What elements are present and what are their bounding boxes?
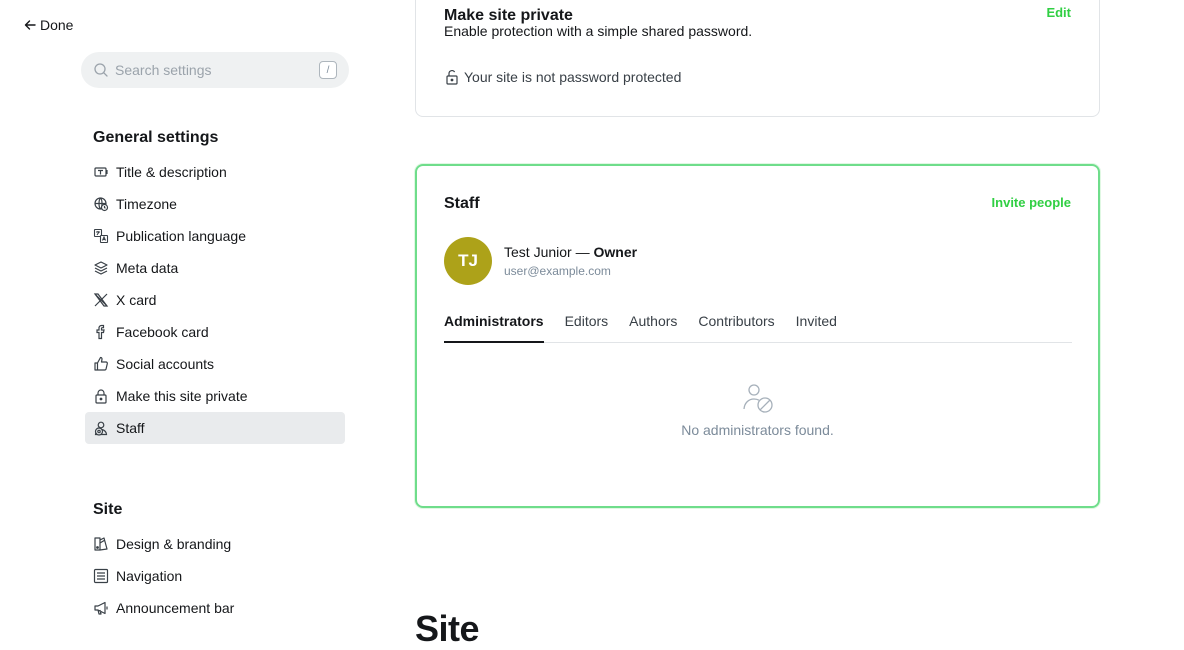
owner-separator: —: [571, 244, 594, 260]
sidebar-item-label: Publication language: [116, 228, 246, 244]
tab-authors[interactable]: Authors: [629, 313, 677, 343]
sidebar-item-label: Announcement bar: [116, 600, 235, 616]
tab-invited[interactable]: Invited: [796, 313, 837, 343]
tab-administrators[interactable]: Administrators: [444, 313, 544, 343]
sidebar-item-label: Timezone: [116, 196, 177, 212]
sidebar-item-design-branding[interactable]: Design & branding: [85, 528, 345, 560]
staff-icon: [93, 420, 109, 436]
search-icon: [94, 63, 108, 77]
tab-contributors[interactable]: Contributors: [698, 313, 774, 343]
general-settings-nav: Title & description Timezone Publication…: [85, 156, 345, 444]
owner-name: Test Junior: [504, 244, 572, 260]
layers-icon: [93, 260, 109, 276]
arrow-left-icon: [24, 20, 36, 30]
staff-tabs: Administrators Editors Authors Contribut…: [444, 313, 1072, 343]
general-settings-title: General settings: [93, 129, 219, 146]
empty-state: No administrators found.: [417, 381, 1098, 438]
sidebar-item-x-card[interactable]: X card: [85, 284, 345, 316]
private-site-description: Enable protection with a simple shared p…: [444, 23, 753, 39]
unlocked-icon: [446, 70, 458, 85]
sidebar-item-navigation[interactable]: Navigation: [85, 560, 345, 592]
done-label: Done: [40, 17, 74, 33]
no-users-icon: [742, 384, 773, 413]
owner-row[interactable]: TJ Test Junior — Owner user@example.com: [444, 237, 637, 285]
title-icon: [93, 164, 109, 180]
sidebar-item-publication-language[interactable]: Publication language: [85, 220, 345, 252]
edit-private-button[interactable]: Edit: [1046, 5, 1071, 20]
timezone-icon: [93, 196, 109, 212]
sidebar-item-meta-data[interactable]: Meta data: [85, 252, 345, 284]
sidebar-item-title-description[interactable]: Title & description: [85, 156, 345, 188]
sidebar-item-label: Navigation: [116, 568, 183, 584]
sidebar-item-staff[interactable]: Staff: [85, 412, 345, 444]
owner-name-line: Test Junior — Owner: [504, 244, 637, 260]
list-icon: [93, 568, 109, 584]
sidebar-item-label: Title & description: [116, 164, 227, 180]
sidebar-item-label: X card: [116, 292, 157, 308]
sidebar-item-timezone[interactable]: Timezone: [85, 188, 345, 220]
owner-role: Owner: [593, 244, 638, 260]
search-bar[interactable]: /: [81, 52, 349, 88]
staff-card: Staff Invite people TJ Test Junior — Own…: [415, 164, 1100, 508]
sidebar-item-make-site-private[interactable]: Make this site private: [85, 380, 345, 412]
site-section-heading: Site: [415, 608, 480, 649]
private-site-card: Make site private Edit Enable protection…: [415, 0, 1100, 117]
sidebar-item-label: Make this site private: [116, 388, 248, 404]
megaphone-icon: [93, 600, 109, 616]
sidebar-item-social-accounts[interactable]: Social accounts: [85, 348, 345, 380]
sidebar-item-label: Facebook card: [116, 324, 209, 340]
language-icon: [93, 228, 109, 244]
password-status: Your site is not password protected: [444, 69, 681, 85]
avatar: TJ: [444, 237, 492, 285]
thumbs-up-icon: [93, 356, 109, 372]
site-settings-nav: Design & branding Navigation Announcemen…: [85, 528, 345, 624]
search-shortcut-key: /: [319, 61, 337, 79]
facebook-icon: [93, 324, 109, 340]
password-status-text: Your site is not password protected: [464, 69, 682, 85]
sidebar-item-label: Social accounts: [116, 356, 215, 372]
sidebar-item-label: Design & branding: [116, 536, 232, 552]
site-settings-title: Site: [93, 501, 123, 518]
search-input[interactable]: [115, 62, 319, 78]
invite-people-button[interactable]: Invite people: [992, 195, 1071, 210]
lock-icon: [93, 388, 109, 404]
x-icon: [93, 292, 109, 308]
sidebar-item-label: Staff: [116, 420, 145, 436]
empty-state-message: No administrators found.: [681, 422, 834, 438]
sidebar-item-facebook-card[interactable]: Facebook card: [85, 316, 345, 348]
staff-title: Staff: [444, 195, 480, 212]
brush-icon: [93, 536, 109, 552]
tab-editors[interactable]: Editors: [565, 313, 609, 343]
sidebar-item-label: Meta data: [116, 260, 179, 276]
owner-email: user@example.com: [504, 264, 611, 278]
done-button[interactable]: Done: [24, 17, 73, 33]
sidebar-item-announcement-bar[interactable]: Announcement bar: [85, 592, 345, 624]
